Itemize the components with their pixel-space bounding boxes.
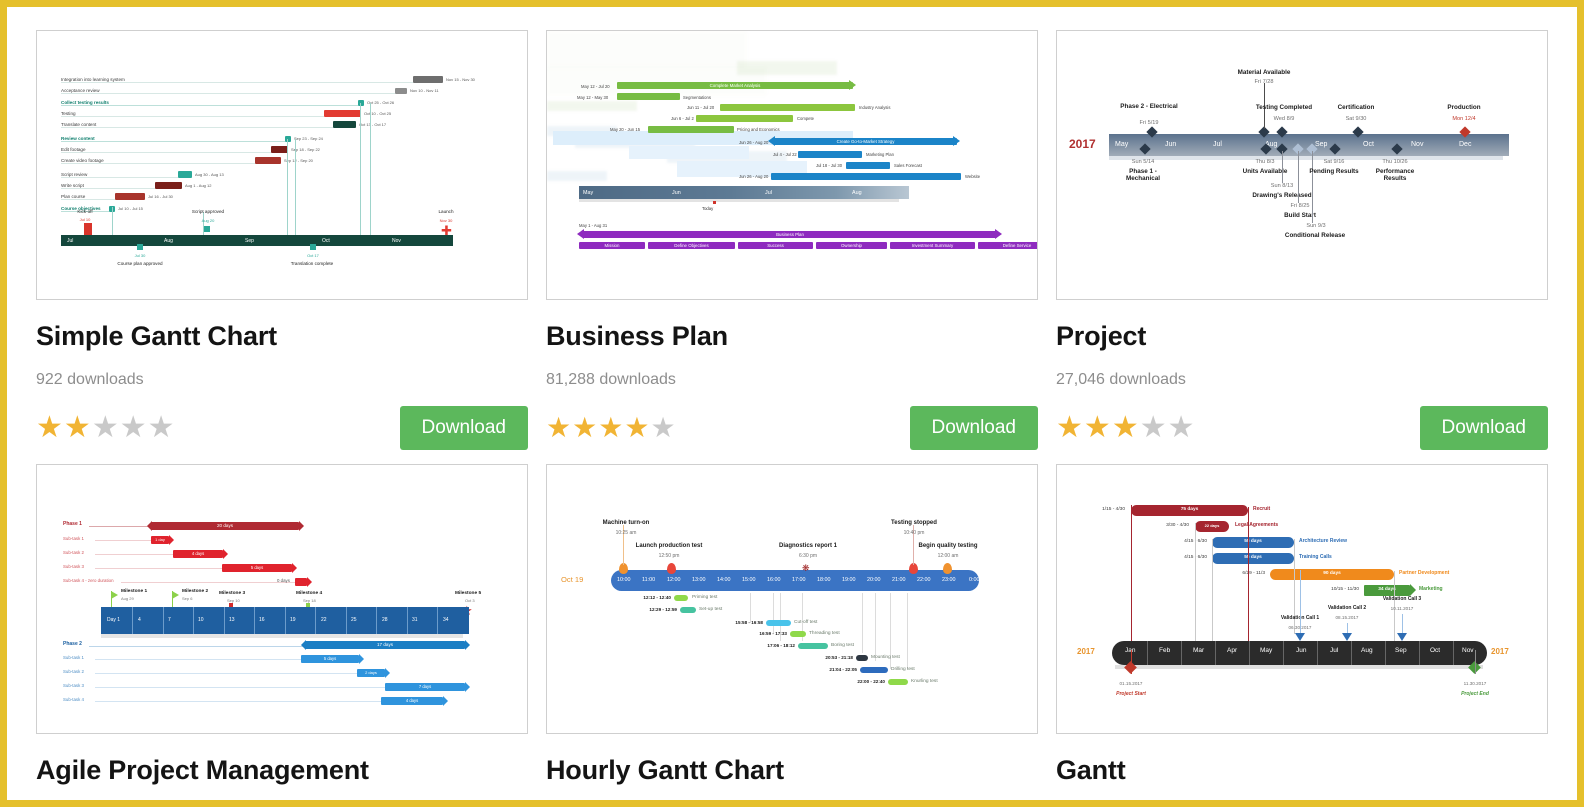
star-icon-4[interactable]: ★ [120,412,147,443]
card-footer: ★ ★ ★ ★ ★ Download [546,405,1038,451]
star-icon-2[interactable]: ★ [1084,412,1111,443]
template-card-business-plan[interactable]: May 12 - Jul 20 Complete Market Analysis… [539,23,1049,451]
card-title: Project [1056,321,1147,351]
card-title: Agile Project Management [36,754,369,785]
gantt-preview-gantt: 1/15 - 4/30 75 days Recruit 3/30 - 4/30 … [1077,504,1509,697]
star-icon-4[interactable]: ★ [624,413,649,442]
template-thumbnail-simple-gantt-chart[interactable]: Integration into learning system Nov 15 … [36,30,528,300]
card-footer: ★ ★ ★ ★ ★ Download [36,405,528,451]
card-downloads-count: 27,046 downloads [1056,370,1186,388]
card-title: Simple Gantt Chart [36,321,277,351]
card-downloads-count: 922 downloads [36,370,144,388]
download-button[interactable]: Download [1419,405,1548,450]
template-thumbnail-agile-project-management[interactable]: Phase 1 20 days Sub-task 1 1 day Sub-tas… [36,463,528,734]
star-icon-5[interactable]: ★ [148,412,175,443]
card-title: Business Plan [546,321,728,351]
template-thumbnail-hourly-gantt-chart[interactable]: Oct 19 10:00 11:00 12:00 13:00 14:00 15:… [546,463,1038,734]
card-downloads-count: 81,288 downloads [546,370,676,388]
download-button[interactable]: Download [909,405,1038,450]
template-thumbnail-business-plan[interactable]: May 12 - Jul 20 Complete Market Analysis… [546,30,1038,300]
template-card-simple-gantt-chart[interactable]: Integration into learning system Nov 15 … [29,23,539,451]
download-button[interactable]: Download [399,405,528,450]
star-icon-1[interactable]: ★ [36,412,63,443]
template-card-grid: Integration into learning system Nov 15 … [29,23,1559,791]
timeline-preview-hourly: Oct 19 10:00 11:00 12:00 13:00 14:00 15:… [561,519,980,685]
star-icon-1[interactable]: ★ [546,413,571,442]
rating-stars[interactable]: ★ ★ ★ ★ ★ [546,413,676,442]
star-icon-5[interactable]: ★ [1168,412,1195,443]
star-icon-3[interactable]: ★ [92,412,119,443]
card-title: Gantt [1056,754,1126,785]
gantt-preview-agile: Phase 1 20 days Sub-task 1 1 day Sub-tas… [37,465,527,733]
gantt-preview-business-plan: May 12 - Jul 20 Complete Market Analysis… [547,31,1037,299]
template-thumbnail-gantt[interactable]: 1/15 - 4/30 75 days Recruit 3/30 - 4/30 … [1056,463,1548,734]
template-thumbnail-project[interactable]: 2017 May Jun Jul Aug Sep Oct Nov Dec Pha… [1056,30,1548,300]
timeline-preview-project: 2017 May Jun Jul Aug Sep Oct Nov Dec Pha… [1057,31,1547,299]
star-icon-5[interactable]: ★ [650,413,675,442]
star-icon-2[interactable]: ★ [572,413,597,442]
star-icon-4[interactable]: ★ [1140,412,1167,443]
star-icon-2[interactable]: ★ [64,412,91,443]
rating-stars[interactable]: ★ ★ ★ ★ ★ [36,412,175,443]
template-card-agile-project-management[interactable]: Phase 1 20 days Sub-task 1 1 day Sub-tas… [29,457,539,786]
star-icon-1[interactable]: ★ [1056,412,1083,443]
rating-stars[interactable]: ★ ★ ★ ★ ★ [1056,412,1195,443]
templates-gallery-page: Integration into learning system Nov 15 … [7,7,1577,800]
star-icon-3[interactable]: ★ [1112,412,1139,443]
gantt-preview-simple: Integration into learning system Nov 15 … [37,31,527,299]
card-title: Hourly Gantt Chart [546,754,784,785]
card-footer: ★ ★ ★ ★ ★ Download [1056,405,1548,451]
star-icon-3[interactable]: ★ [598,413,623,442]
template-card-hourly-gantt-chart[interactable]: Oct 19 10:00 11:00 12:00 13:00 14:00 15:… [539,457,1049,786]
template-card-project[interactable]: 2017 May Jun Jul Aug Sep Oct Nov Dec Pha… [1049,23,1559,451]
template-card-gantt[interactable]: 1/15 - 4/30 75 days Recruit 3/30 - 4/30 … [1049,457,1559,786]
